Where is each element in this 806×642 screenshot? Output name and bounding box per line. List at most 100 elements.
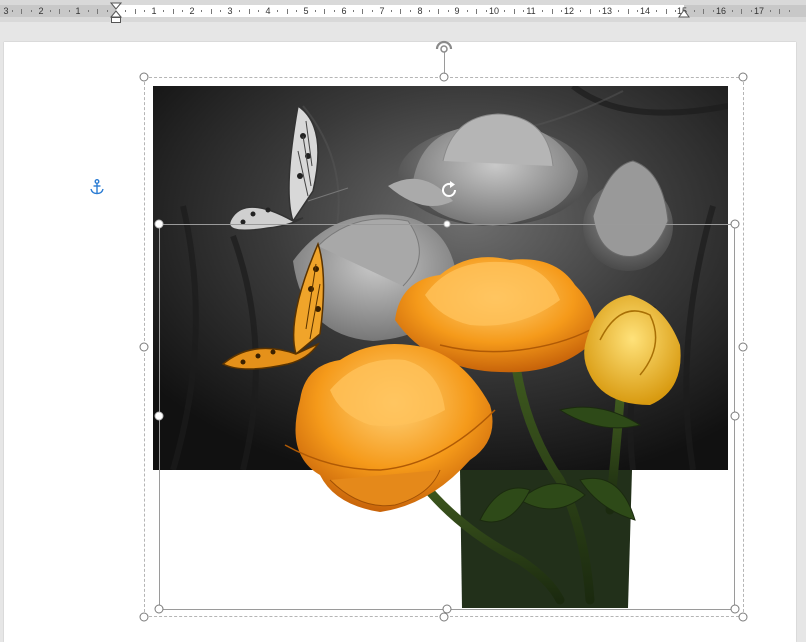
ruler-tick	[173, 8, 174, 14]
ruler-tick	[69, 10, 70, 12]
ruler-tick	[618, 10, 619, 12]
ruler-tick	[580, 10, 581, 12]
ruler-tick	[741, 8, 742, 14]
ruler-tick	[666, 8, 667, 14]
ruler-tick	[12, 10, 13, 12]
ruler-number: 12	[563, 6, 575, 16]
ruler-tick	[88, 10, 89, 12]
ruler-tick	[59, 8, 60, 14]
ruler-number: 4	[265, 6, 271, 16]
resize-handle-left[interactable]	[139, 342, 149, 352]
ruler-tick	[135, 8, 136, 14]
ruler-tick	[429, 10, 430, 12]
ruler-tick	[182, 10, 183, 12]
resize-handle-top-left[interactable]	[139, 72, 149, 82]
ruler-number: 9	[454, 6, 460, 16]
ruler-tick	[21, 8, 22, 14]
resize-handle-bottom-right[interactable]	[738, 612, 748, 622]
ruler-number: 7	[379, 6, 385, 16]
ruler-tick	[561, 10, 562, 12]
ruler-number: 8	[417, 6, 423, 16]
ruler-number: 6	[341, 6, 347, 16]
ruler-number: 3	[3, 6, 9, 16]
resize-handle-top-right[interactable]	[738, 72, 748, 82]
anchor-icon	[90, 179, 104, 195]
horizontal-ruler[interactable]: 3 2 1 1 2 3 4 5 6 7 8 9 10 11 12 13 14 1…	[0, 0, 806, 24]
ruler-tick	[287, 8, 288, 14]
first-line-indent-marker[interactable]	[110, 2, 122, 24]
ruler-tick	[97, 8, 98, 14]
ruler-number: 1	[75, 6, 81, 16]
ruler-tick	[467, 10, 468, 12]
inner-handle-left[interactable]	[154, 411, 164, 421]
ruler-tick	[523, 10, 524, 12]
ruler-number: 2	[189, 6, 195, 16]
ruler-tick	[751, 10, 752, 12]
rotate-icon[interactable]	[438, 179, 460, 201]
ruler-tick	[703, 8, 704, 14]
inner-handle-bottom[interactable]	[442, 604, 452, 614]
ruler-tick	[486, 10, 487, 12]
ruler-tick	[391, 10, 392, 12]
ruler-tick	[542, 10, 543, 12]
ruler-tick	[628, 8, 629, 14]
ruler-tick	[410, 10, 411, 12]
ruler-tick	[315, 10, 316, 12]
ruler-tick	[599, 10, 600, 12]
resize-handle-right[interactable]	[738, 342, 748, 352]
ruler-tick	[713, 10, 714, 12]
ruler-number: 10	[488, 6, 500, 16]
ruler-number: 3	[227, 6, 233, 16]
ruler-tick	[334, 10, 335, 12]
ruler-tick	[296, 10, 297, 12]
ruler-tick	[353, 10, 354, 12]
ruler-tick	[201, 10, 202, 12]
ruler-tick	[163, 10, 164, 12]
ruler-tick	[514, 8, 515, 14]
ruler-tick	[694, 10, 695, 12]
resize-handle-bottom-left[interactable]	[139, 612, 149, 622]
ruler-number: 14	[639, 6, 651, 16]
ruler-tick	[125, 10, 126, 12]
ruler-tick	[732, 10, 733, 12]
ruler-tick	[675, 10, 676, 12]
ruler-tick	[656, 10, 657, 12]
ruler-number: 2	[38, 6, 44, 16]
ruler-tick	[448, 10, 449, 12]
ruler-tick	[362, 8, 363, 14]
ruler-tick	[590, 8, 591, 14]
ruler-tick	[277, 10, 278, 12]
ruler-tick	[637, 10, 638, 12]
ruler-number: 16	[715, 6, 727, 16]
inner-handle-top-right[interactable]	[730, 219, 740, 229]
ruler-tick	[438, 8, 439, 14]
inner-handle-bottom-left[interactable]	[154, 604, 164, 614]
ruler-tick	[220, 10, 221, 12]
ruler-tick	[50, 10, 51, 12]
ruler-tick	[324, 8, 325, 14]
ruler-tick	[400, 8, 401, 14]
ruler-tick	[552, 8, 553, 14]
inner-handle-bottom-right[interactable]	[730, 604, 740, 614]
ruler-left-margin	[0, 5, 116, 17]
ruler-number: 1	[151, 6, 157, 16]
ruler-tick	[239, 10, 240, 12]
ruler-tick	[372, 10, 373, 12]
right-indent-marker[interactable]	[678, 9, 690, 19]
inner-handle-top-left[interactable]	[154, 219, 164, 229]
resize-handle-bottom[interactable]	[439, 612, 449, 622]
ruler-number: 5	[303, 6, 309, 16]
ruler-tick	[211, 8, 212, 14]
ruler-number: 13	[601, 6, 613, 16]
ruler-tick	[779, 8, 780, 14]
inner-handle-top[interactable]	[443, 220, 451, 228]
ruler-tick	[249, 8, 250, 14]
ruler-tick	[789, 10, 790, 12]
ruler-tick	[476, 8, 477, 14]
ruler-tick	[258, 10, 259, 12]
ruler-tick	[504, 10, 505, 12]
layout-options-icon[interactable]	[433, 36, 455, 58]
ruler-number: 11	[526, 6, 536, 16]
inner-handle-right[interactable]	[730, 411, 740, 421]
ruler-tick	[31, 10, 32, 12]
